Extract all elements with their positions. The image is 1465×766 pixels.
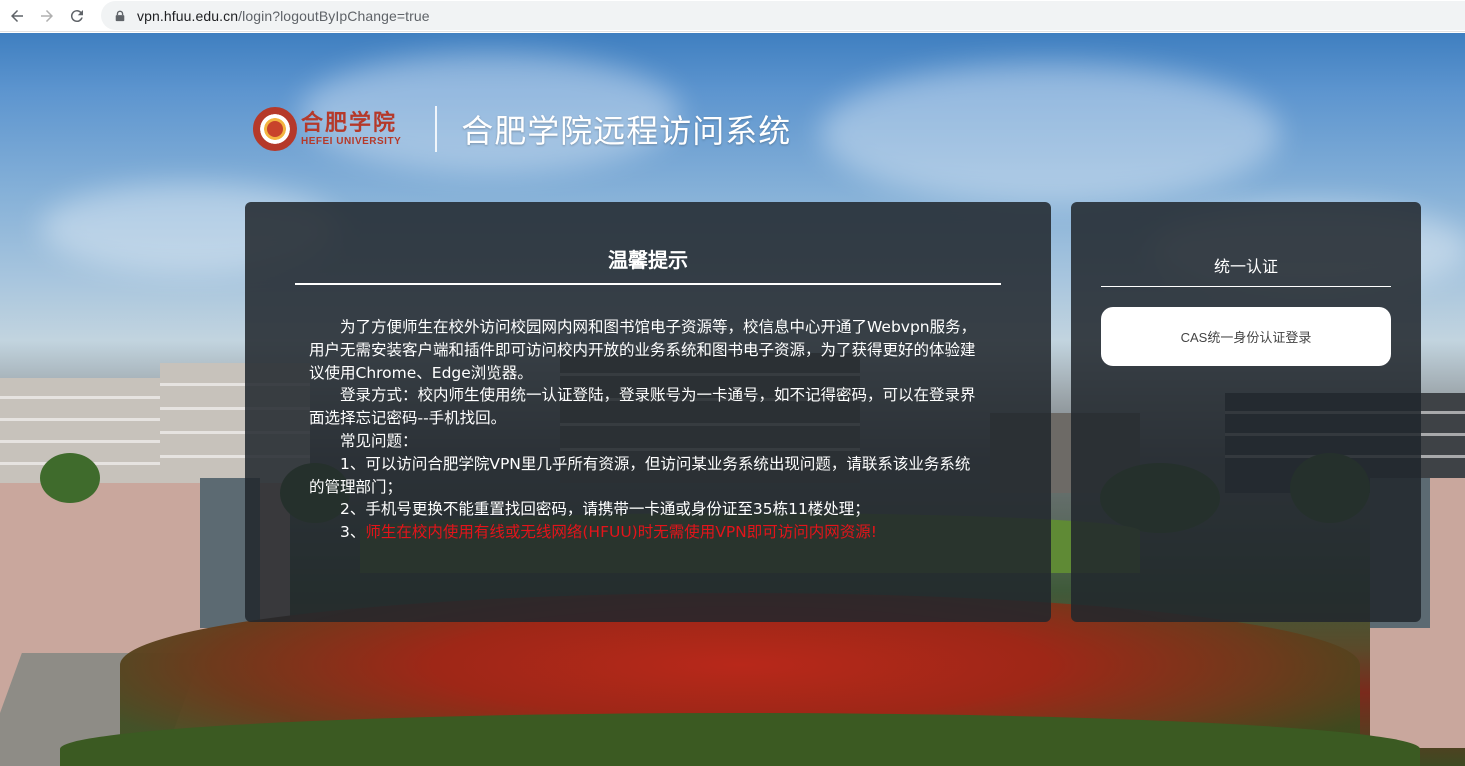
page-title: 合肥学院远程访问系统 (461, 112, 792, 150)
cas-login-button[interactable]: CAS统一身份认证登录 (1101, 307, 1391, 366)
forward-arrow-icon[interactable] (32, 1, 62, 31)
site-header: 合肥学院 HEFEI UNIVERSITY 合肥学院远程访问系统 (253, 104, 791, 154)
auth-title: 统一认证 (1213, 257, 1278, 276)
header-divider (435, 106, 438, 152)
auth-panel: 统一认证 CAS统一身份认证登录 (1071, 202, 1421, 622)
university-logo: 合肥学院 HEFEI UNIVERSITY (253, 107, 401, 151)
notice-item-number: 3、 (340, 523, 366, 542)
notice-divider (295, 283, 1001, 285)
notice-paragraph: 为了方便师生在校外访问校园网内网和图书馆电子资源等，校信息中心开通了Webvpn… (309, 318, 977, 382)
university-seal-icon (253, 107, 297, 151)
url-path: /login?logoutByIpChange=true (238, 7, 430, 24)
notice-paragraph: 常见问题： (340, 431, 418, 450)
notice-paragraph: 登录方式：校内师生使用统一认证登陆，登录账号为一卡通号，如不记得密码，可以在登录… (309, 386, 976, 428)
notice-panel: 温馨提示 为了方便师生在校外访问校园网内网和图书馆电子资源等，校信息中心开通了W… (245, 202, 1051, 622)
url-text: vpn.hfuu.edu.cn/login?logoutByIpChange=t… (137, 8, 430, 24)
notice-warning-text: 师生在校内使用有线或无线网络(HFUU)时无需使用VPN即可访问内网资源! (365, 523, 877, 542)
reload-icon[interactable] (62, 1, 92, 31)
logo-chinese-name: 合肥学院 (301, 109, 398, 136)
logo-english-name: HEFEI UNIVERSITY (301, 135, 402, 147)
url-host: vpn.hfuu.edu.cn (137, 7, 239, 24)
notice-paragraph: 3、师生在校内使用有线或无线网络(HFUU)时无需使用VPN即可访问内网资源! (309, 521, 985, 544)
notice-body: 为了方便师生在校外访问校园网内网和图书馆电子资源等，校信息中心开通了Webvpn… (309, 316, 985, 544)
browser-toolbar: vpn.hfuu.edu.cn/login?logoutByIpChange=t… (0, 0, 1465, 32)
notice-title: 温馨提示 (608, 248, 688, 272)
back-arrow-icon[interactable] (2, 1, 32, 31)
address-bar[interactable]: vpn.hfuu.edu.cn/login?logoutByIpChange=t… (101, 1, 1465, 30)
lock-icon (113, 9, 127, 23)
auth-divider (1101, 286, 1391, 287)
notice-paragraph: 2、手机号更换不能重置找回密码，请携带一卡通或身份证至35栋11楼处理； (340, 500, 870, 519)
notice-paragraph: 1、可以访问合肥学院VPN里几乎所有资源，但访问某业务系统出现问题，请联系该业务… (309, 454, 971, 496)
